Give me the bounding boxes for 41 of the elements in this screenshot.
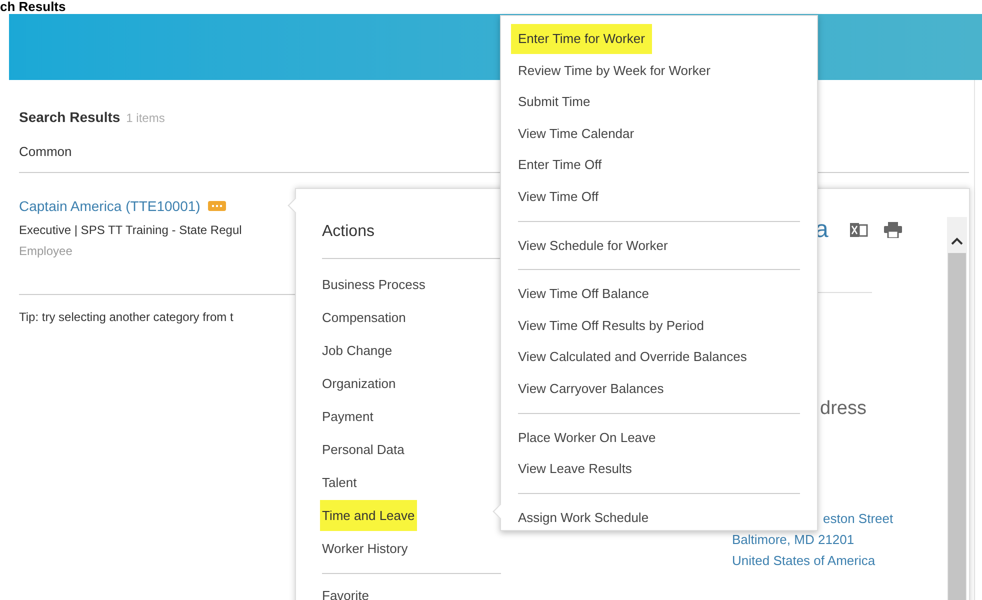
submenu-item[interactable]: View Time Off Balance xyxy=(518,284,650,304)
submenu-item[interactable]: View Calculated and Override Balances xyxy=(518,347,747,367)
submenu-item[interactable]: Submit Time xyxy=(518,92,590,112)
worker-link[interactable]: Captain America (TTE10001) xyxy=(19,196,200,216)
submenu-item[interactable]: Enter Time for Worker xyxy=(511,24,652,54)
results-count: 1 items xyxy=(126,110,165,127)
submenu-item[interactable]: View Time Calendar xyxy=(518,124,634,144)
submenu-item[interactable]: View Time Off xyxy=(518,187,598,207)
submenu-item[interactable]: Enter Time Off xyxy=(518,155,602,175)
action-category[interactable]: Compensation xyxy=(322,308,406,328)
print-icon[interactable] xyxy=(884,222,902,238)
worker-type: Employee xyxy=(19,242,72,260)
results-title: Search Results xyxy=(19,108,120,127)
tip-text: Tip: try selecting another category from t xyxy=(19,308,234,326)
scrollbar[interactable] xyxy=(947,217,967,600)
actions-title: Actions xyxy=(322,222,376,242)
action-category[interactable]: Job Change xyxy=(322,340,392,360)
action-category[interactable]: Worker History xyxy=(322,538,408,558)
address-line: Baltimore, MD 21201 xyxy=(732,530,856,548)
submenu-item[interactable]: View Leave Results xyxy=(518,459,632,479)
submenu-item[interactable]: Place Worker On Leave xyxy=(518,428,656,448)
action-category[interactable]: Personal Data xyxy=(322,440,404,460)
page-title: ch Results xyxy=(0,0,66,14)
submenu-item[interactable]: View Carryover Balances xyxy=(518,378,664,398)
action-category[interactable]: Payment xyxy=(322,406,374,426)
address-line: eston Street xyxy=(823,510,894,528)
scroll-up-icon[interactable] xyxy=(951,237,963,245)
submenu-item[interactable]: Review Time by Week for Worker xyxy=(518,60,710,80)
excel-icon[interactable] xyxy=(850,222,868,238)
action-category[interactable]: Organization xyxy=(322,374,396,394)
address-heading: dress xyxy=(820,397,868,421)
action-category[interactable]: Talent xyxy=(322,472,357,492)
category-label: Common xyxy=(19,143,73,161)
worker-detail: Executive | SPS TT Training - State Regul xyxy=(19,222,242,238)
action-category[interactable]: Business Process xyxy=(322,274,426,294)
favorite-item[interactable]: Favorite xyxy=(322,586,369,600)
submenu-item[interactable]: View Schedule for Worker xyxy=(518,236,668,256)
submenu-item[interactable]: Assign Work Schedule xyxy=(518,508,649,528)
submenu-item[interactable]: View Time Off Results by Period xyxy=(518,316,704,336)
address-line: United States of America xyxy=(732,552,876,570)
action-category[interactable]: Time and Leave xyxy=(320,500,417,532)
